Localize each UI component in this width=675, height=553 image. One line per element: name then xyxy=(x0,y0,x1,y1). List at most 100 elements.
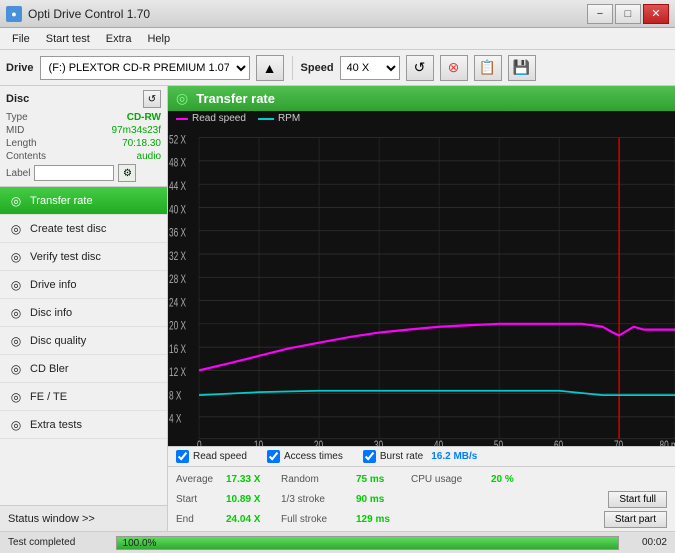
nav-item-disc-info[interactable]: ◎ Disc info xyxy=(0,299,167,327)
svg-text:40: 40 xyxy=(434,440,444,446)
nav-extra-tests-label: Extra tests xyxy=(30,419,82,431)
disc-label-label: Label xyxy=(6,168,30,179)
svg-text:8 X: 8 X xyxy=(169,390,182,403)
disc-info-icon: ◎ xyxy=(8,305,24,321)
disc-type-label: Type xyxy=(6,112,28,123)
svg-text:52 X: 52 X xyxy=(169,134,186,147)
svg-text:4 X: 4 X xyxy=(169,414,182,427)
refresh-button[interactable]: ↺ xyxy=(406,55,434,81)
stats-checkboxes: Read speed Access times Burst rate 16.2 … xyxy=(168,447,675,467)
disc-mid-row: MID 97m34s23f xyxy=(6,125,161,136)
nav-item-transfer-rate[interactable]: ◎ Transfer rate xyxy=(0,187,167,215)
nav-item-extra-tests[interactable]: ◎ Extra tests xyxy=(0,411,167,439)
legend-rpm-color xyxy=(258,118,274,120)
one-third-stroke-value: 90 ms xyxy=(356,494,411,505)
nav-disc-info-label: Disc info xyxy=(30,307,72,319)
random-value: 75 ms xyxy=(356,474,411,485)
copy-button[interactable]: 📋 xyxy=(474,55,502,81)
start-full-button[interactable]: Start full xyxy=(608,491,667,508)
svg-text:50: 50 xyxy=(494,440,504,446)
clear-button[interactable]: ⊗ xyxy=(440,55,468,81)
disc-type-row: Type CD-RW xyxy=(6,112,161,123)
main-area: Disc ↺ Type CD-RW MID 97m34s23f Length 7… xyxy=(0,86,675,531)
toolbar: Drive (F:) PLEXTOR CD-R PREMIUM 1.07 ▲ S… xyxy=(0,50,675,86)
save-button[interactable]: 💾 xyxy=(508,55,536,81)
stats-row-average: Average 17.33 X Random 75 ms CPU usage 2… xyxy=(176,469,667,489)
disc-panel-title: Disc xyxy=(6,93,29,105)
nav-item-disc-quality[interactable]: ◎ Disc quality xyxy=(0,327,167,355)
nav-item-cd-bler[interactable]: ◎ CD Bler xyxy=(0,355,167,383)
burst-rate-checkbox[interactable] xyxy=(363,450,376,463)
legend-read-speed-label: Read speed xyxy=(192,113,246,124)
disc-label-icon-button[interactable]: ⚙ xyxy=(118,164,136,182)
nav-drive-info-label: Drive info xyxy=(30,279,76,291)
drive-info-icon: ◎ xyxy=(8,277,24,293)
nav-item-fe-te[interactable]: ◎ FE / TE xyxy=(0,383,167,411)
nav-create-test-disc-label: Create test disc xyxy=(30,223,106,235)
chart-header-icon: ◎ xyxy=(176,90,188,107)
speed-label: Speed xyxy=(301,62,334,74)
start-label: Start xyxy=(176,494,226,505)
start-part-button[interactable]: Start part xyxy=(604,511,667,528)
chart-legend: Read speed RPM xyxy=(168,111,675,126)
disc-label-row: Label ⚙ xyxy=(6,164,161,182)
app-icon: ● xyxy=(6,6,22,22)
nav-disc-quality-label: Disc quality xyxy=(30,335,86,347)
eject-button[interactable]: ▲ xyxy=(256,55,284,81)
menu-extra[interactable]: Extra xyxy=(98,31,140,47)
menu-start-test[interactable]: Start test xyxy=(38,31,98,47)
svg-text:20: 20 xyxy=(314,440,324,446)
menu-help[interactable]: Help xyxy=(139,31,178,47)
separator xyxy=(292,56,293,80)
progress-time: 00:02 xyxy=(627,537,667,548)
nav-list: ◎ Transfer rate ◎ Create test disc ◎ Ver… xyxy=(0,187,167,505)
nav-transfer-rate-label: Transfer rate xyxy=(30,195,93,207)
progress-status-text: Test completed xyxy=(8,537,108,548)
maximize-button[interactable]: □ xyxy=(615,4,641,24)
svg-text:10: 10 xyxy=(254,440,264,446)
stats-row-start: Start 10.89 X 1/3 stroke 90 ms Start ful… xyxy=(176,489,667,509)
access-times-checkbox[interactable] xyxy=(267,450,280,463)
close-button[interactable]: ✕ xyxy=(643,4,669,24)
nav-item-verify-test-disc[interactable]: ◎ Verify test disc xyxy=(0,243,167,271)
disc-length-row: Length 70:18.30 xyxy=(6,138,161,149)
minimize-button[interactable]: − xyxy=(587,4,613,24)
full-stroke-label: Full stroke xyxy=(281,514,356,525)
chart-container: 52 X 48 X 44 X 40 X 36 X 32 X 28 X 24 X … xyxy=(168,126,675,446)
one-third-stroke-label: 1/3 stroke xyxy=(281,494,356,505)
stats-rows: Average 17.33 X Random 75 ms CPU usage 2… xyxy=(168,467,675,531)
random-label: Random xyxy=(281,474,356,485)
disc-refresh-button[interactable]: ↺ xyxy=(143,90,161,108)
progress-bar-fill xyxy=(117,537,618,549)
speed-select[interactable]: 40 X xyxy=(340,56,400,80)
average-value: 17.33 X xyxy=(226,474,281,485)
transfer-rate-icon: ◎ xyxy=(8,193,24,209)
menu-file[interactable]: File xyxy=(4,31,38,47)
drive-select[interactable]: (F:) PLEXTOR CD-R PREMIUM 1.07 xyxy=(40,56,250,80)
svg-text:24 X: 24 X xyxy=(169,297,186,310)
read-speed-check-label: Read speed xyxy=(193,451,247,462)
end-value: 24.04 X xyxy=(226,514,281,525)
svg-text:0: 0 xyxy=(197,440,202,446)
status-window-button[interactable]: Status window >> xyxy=(0,505,167,531)
disc-contents-row: Contents audio xyxy=(6,151,161,162)
title-bar-left: ● Opti Drive Control 1.70 xyxy=(6,6,150,22)
svg-text:32 X: 32 X xyxy=(169,251,186,264)
nav-item-create-test-disc[interactable]: ◎ Create test disc xyxy=(0,215,167,243)
legend-rpm: RPM xyxy=(258,113,300,124)
nav-item-drive-info[interactable]: ◎ Drive info xyxy=(0,271,167,299)
cpu-usage-value: 20 % xyxy=(491,474,546,485)
disc-length-label: Length xyxy=(6,138,37,149)
nav-fe-te-label: FE / TE xyxy=(30,391,67,403)
read-speed-checkbox[interactable] xyxy=(176,450,189,463)
create-test-disc-icon: ◎ xyxy=(8,221,24,237)
menu-bar: File Start test Extra Help xyxy=(0,28,675,50)
full-stroke-value: 129 ms xyxy=(356,514,411,525)
access-times-check-label: Access times xyxy=(284,451,343,462)
status-window-label: Status window >> xyxy=(8,513,95,525)
progress-bar-container: 100.0% xyxy=(116,536,619,550)
svg-text:70: 70 xyxy=(614,440,624,446)
disc-label-input[interactable] xyxy=(34,165,114,181)
legend-read-speed-color xyxy=(176,118,188,120)
svg-text:36 X: 36 X xyxy=(169,227,186,240)
